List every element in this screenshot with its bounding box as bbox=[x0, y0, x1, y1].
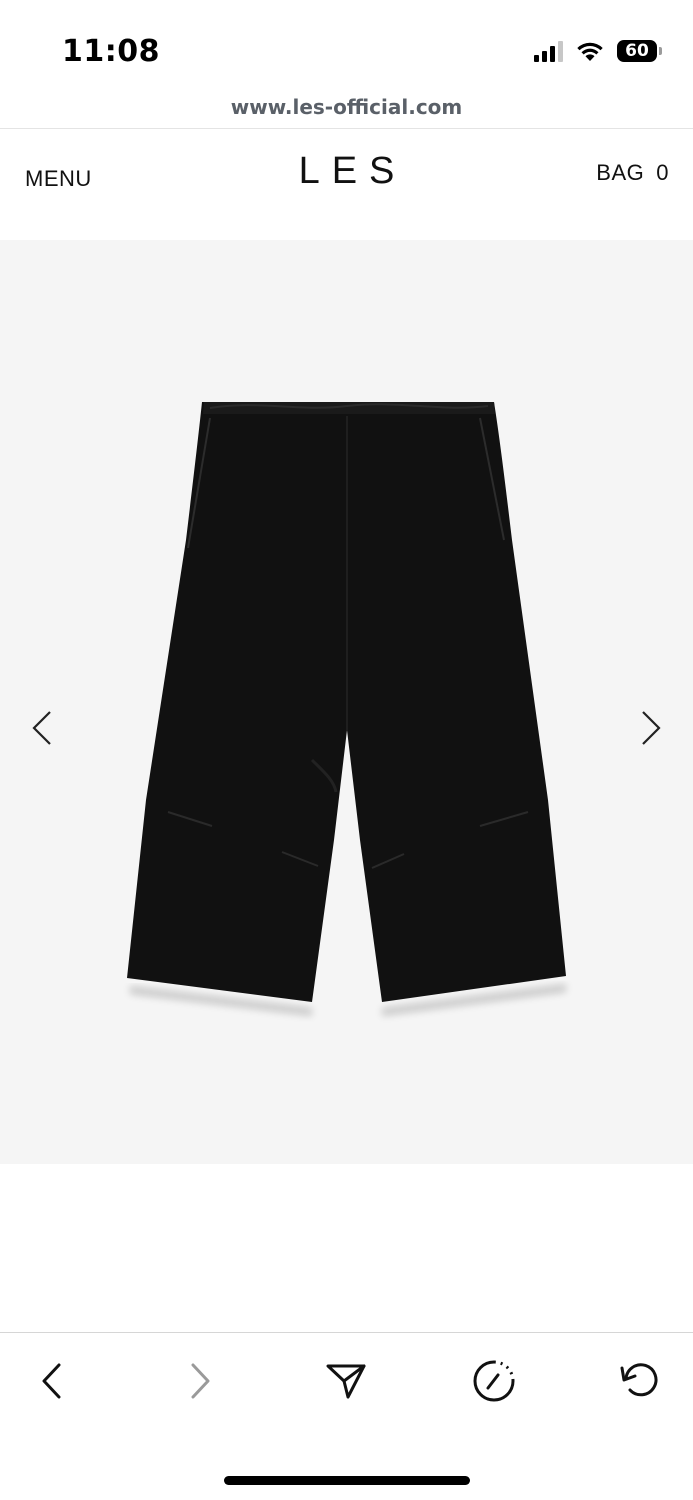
chevron-right-icon bbox=[642, 711, 661, 745]
url-divider bbox=[0, 128, 693, 129]
gallery-next-button[interactable] bbox=[635, 708, 665, 748]
gauge-icon bbox=[473, 1360, 515, 1402]
forward-button[interactable] bbox=[178, 1359, 222, 1403]
battery-level: 60 bbox=[625, 40, 649, 61]
speed-dial-button[interactable] bbox=[472, 1359, 516, 1403]
product-image bbox=[127, 402, 566, 1016]
browser-toolbar bbox=[0, 1333, 693, 1433]
status-time: 11:08 bbox=[62, 34, 160, 69]
site-header: MENU LES BAG 0 bbox=[0, 130, 693, 238]
share-button[interactable] bbox=[324, 1359, 368, 1403]
battery-icon: 60 bbox=[617, 40, 662, 62]
bag-label: BAG bbox=[596, 160, 645, 185]
reload-icon bbox=[620, 1363, 658, 1397]
site-logo[interactable]: LES bbox=[0, 150, 693, 193]
screen: 11:08 60 www.les-official.com MENU LES B… bbox=[0, 0, 693, 1500]
url-bar[interactable]: www.les-official.com bbox=[0, 88, 693, 126]
product-gallery[interactable] bbox=[0, 240, 693, 1164]
status-bar: 11:08 60 bbox=[0, 0, 693, 90]
home-indicator[interactable] bbox=[224, 1476, 470, 1485]
wifi-icon bbox=[577, 42, 603, 61]
send-icon bbox=[326, 1364, 366, 1399]
back-button[interactable] bbox=[30, 1359, 74, 1403]
gallery-prev-button[interactable] bbox=[28, 708, 58, 748]
signal-icon bbox=[534, 40, 563, 62]
chevron-left-icon bbox=[42, 1363, 61, 1399]
reload-button[interactable] bbox=[618, 1359, 662, 1403]
status-icons: 60 bbox=[534, 40, 662, 62]
chevron-left-icon bbox=[32, 711, 51, 745]
bag-count: 0 bbox=[656, 160, 669, 185]
bag-button[interactable]: BAG 0 bbox=[596, 160, 669, 186]
chevron-right-icon bbox=[191, 1363, 210, 1399]
